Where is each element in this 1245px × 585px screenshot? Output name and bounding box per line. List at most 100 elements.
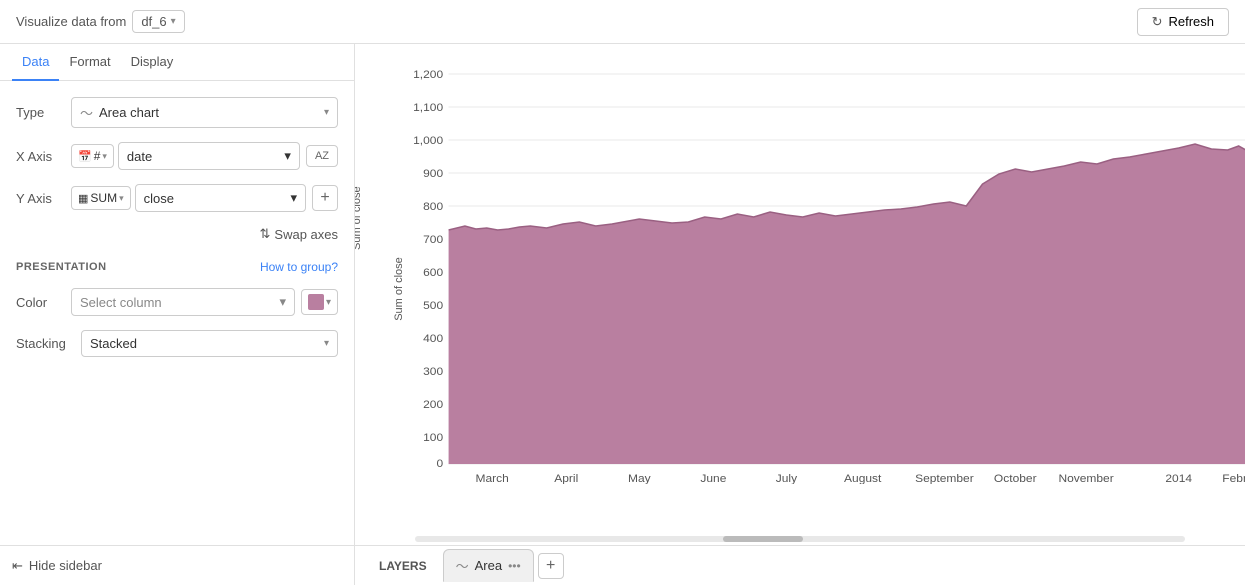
svg-text:400: 400 — [423, 333, 443, 344]
y-axis-field-select[interactable]: close ▾ — [135, 184, 306, 212]
svg-text:900: 900 — [423, 168, 443, 179]
x-axis-type-btn[interactable]: 📅 # ▾ — [71, 144, 114, 168]
area-chart-icon: 〜 — [80, 103, 93, 122]
x-axis-field-select[interactable]: date ▾ — [118, 142, 300, 170]
chart-container: Sum of close 1,200 1,100 1,000 — [355, 44, 1245, 533]
refresh-label: Refresh — [1168, 14, 1214, 29]
svg-text:November: November — [1058, 473, 1113, 484]
top-bar: Visualize data from df_6 ▾ ↻ Refresh — [0, 0, 1245, 44]
color-column-select[interactable]: Select column ▾ — [71, 288, 295, 316]
type-select[interactable]: 〜 Area chart ▾ — [71, 97, 338, 128]
chart-bottom: LAYERS 〜 Area ••• + — [355, 549, 1245, 582]
y-axis-type-btn[interactable]: ▦ SUM ▾ — [71, 186, 131, 210]
color-swatch — [308, 294, 324, 310]
area-tab-label: Area — [475, 558, 502, 573]
scrollbar-area — [355, 533, 1245, 545]
swap-axes-button[interactable]: ⇅ Swap axes — [260, 226, 339, 242]
refresh-button[interactable]: ↻ Refresh — [1137, 8, 1229, 36]
df-name: df_6 — [141, 14, 166, 29]
area-tab[interactable]: 〜 Area ••• — [443, 549, 534, 582]
y-axis-row: Y Axis ▦ SUM ▾ close ▾ + — [16, 184, 338, 212]
hide-sidebar-icon: ⇤ — [12, 558, 23, 574]
color-label: Color — [16, 295, 71, 310]
svg-text:2014: 2014 — [1165, 473, 1192, 484]
svg-text:100: 100 — [423, 432, 443, 443]
hide-sidebar-label: Hide sidebar — [29, 558, 102, 573]
bottom-bar: ⇤ Hide sidebar LAYERS 〜 Area ••• + — [0, 545, 1245, 585]
y-axis-agg-chevron: ▾ — [119, 193, 124, 204]
x-axis-type-chevron: ▾ — [102, 151, 107, 162]
add-y-axis-button[interactable]: + — [312, 185, 338, 211]
svg-text:April: April — [554, 473, 578, 484]
svg-text:February: February — [1222, 473, 1245, 484]
df-select[interactable]: df_6 ▾ — [132, 10, 184, 33]
tab-format[interactable]: Format — [59, 44, 120, 81]
refresh-icon: ↻ — [1152, 14, 1163, 30]
area-path — [449, 144, 1245, 464]
type-value: Area chart — [99, 105, 159, 120]
sidebar: Data Format Display Type 〜 Area chart ▾ … — [0, 44, 355, 545]
add-tab-icon: + — [546, 557, 555, 575]
svg-text:March: March — [476, 473, 509, 484]
x-axis-field: date — [127, 149, 152, 164]
color-row: Color Select column ▾ ▾ — [16, 288, 338, 316]
color-swatch-button[interactable]: ▾ — [301, 289, 338, 315]
visualize-label: Visualize data from df_6 ▾ — [16, 10, 185, 33]
svg-text:May: May — [628, 473, 651, 484]
visualize-text: Visualize data from — [16, 14, 126, 29]
svg-text:200: 200 — [423, 399, 443, 410]
stacking-select[interactable]: Stacked ▾ — [81, 330, 338, 357]
svg-text:August: August — [844, 473, 882, 484]
swatch-chevron-icon: ▾ — [326, 297, 331, 308]
chevron-down-icon: ▾ — [171, 16, 176, 27]
chart-area: Sum of close 1,200 1,100 1,000 — [355, 44, 1245, 545]
swap-row: ⇅ Swap axes — [16, 226, 338, 242]
svg-text:500: 500 — [423, 300, 443, 311]
svg-text:1,100: 1,100 — [413, 102, 443, 113]
color-select-chevron: ▾ — [279, 294, 286, 310]
area-tab-icon: 〜 — [456, 556, 469, 575]
y-axis-agg: SUM — [90, 191, 117, 205]
stacking-label: Stacking — [16, 336, 81, 351]
svg-text:1,000: 1,000 — [413, 135, 443, 146]
svg-text:800: 800 — [423, 201, 443, 212]
type-label: Type — [16, 105, 71, 120]
svg-text:300: 300 — [423, 366, 443, 377]
sidebar-content: Type 〜 Area chart ▾ X Axis 📅 # ▾ — [0, 81, 354, 545]
svg-text:June: June — [700, 473, 726, 484]
scrollbar-track — [415, 536, 1185, 542]
sidebar-bottom: ⇤ Hide sidebar — [0, 546, 355, 585]
svg-text:October: October — [994, 473, 1037, 484]
tab-data[interactable]: Data — [12, 44, 59, 81]
type-row: Type 〜 Area chart ▾ — [16, 97, 338, 128]
y-axis-field: close — [144, 191, 174, 206]
svg-text:September: September — [915, 473, 974, 484]
calendar-icon: 📅 — [78, 150, 92, 163]
type-chevron-icon: ▾ — [324, 107, 329, 118]
swap-icon: ⇅ — [260, 226, 271, 242]
svg-text:0: 0 — [436, 458, 443, 469]
tab-display[interactable]: Display — [121, 44, 184, 81]
add-tab-button[interactable]: + — [538, 553, 564, 579]
svg-text:July: July — [776, 473, 798, 484]
presentation-title: PRESENTATION — [16, 261, 107, 273]
presentation-section-header: PRESENTATION How to group? — [16, 260, 338, 274]
swap-label: Swap axes — [274, 227, 338, 242]
stacking-value: Stacked — [90, 336, 137, 351]
svg-text:1,200: 1,200 — [413, 69, 443, 80]
sidebar-tabs: Data Format Display — [0, 44, 354, 81]
y-axis-title-text: Sum of close — [355, 186, 363, 250]
stacking-chevron-icon: ▾ — [324, 338, 329, 349]
hide-sidebar-button[interactable]: ⇤ Hide sidebar — [12, 558, 102, 574]
scrollbar-thumb[interactable] — [723, 536, 803, 542]
x-axis-row: X Axis 📅 # ▾ date ▾ AZ — [16, 142, 338, 170]
more-options-icon: ••• — [508, 559, 521, 573]
az-sort-button[interactable]: AZ — [306, 145, 338, 167]
svg-text:600: 600 — [423, 267, 443, 278]
x-axis-label: X Axis — [16, 149, 71, 164]
y-axis-label: Y Axis — [16, 191, 71, 206]
svg-text:700: 700 — [423, 234, 443, 245]
how-to-group-link[interactable]: How to group? — [260, 260, 338, 274]
layers-label: LAYERS — [367, 559, 439, 573]
y-axis-title: Sum of close — [393, 257, 405, 321]
